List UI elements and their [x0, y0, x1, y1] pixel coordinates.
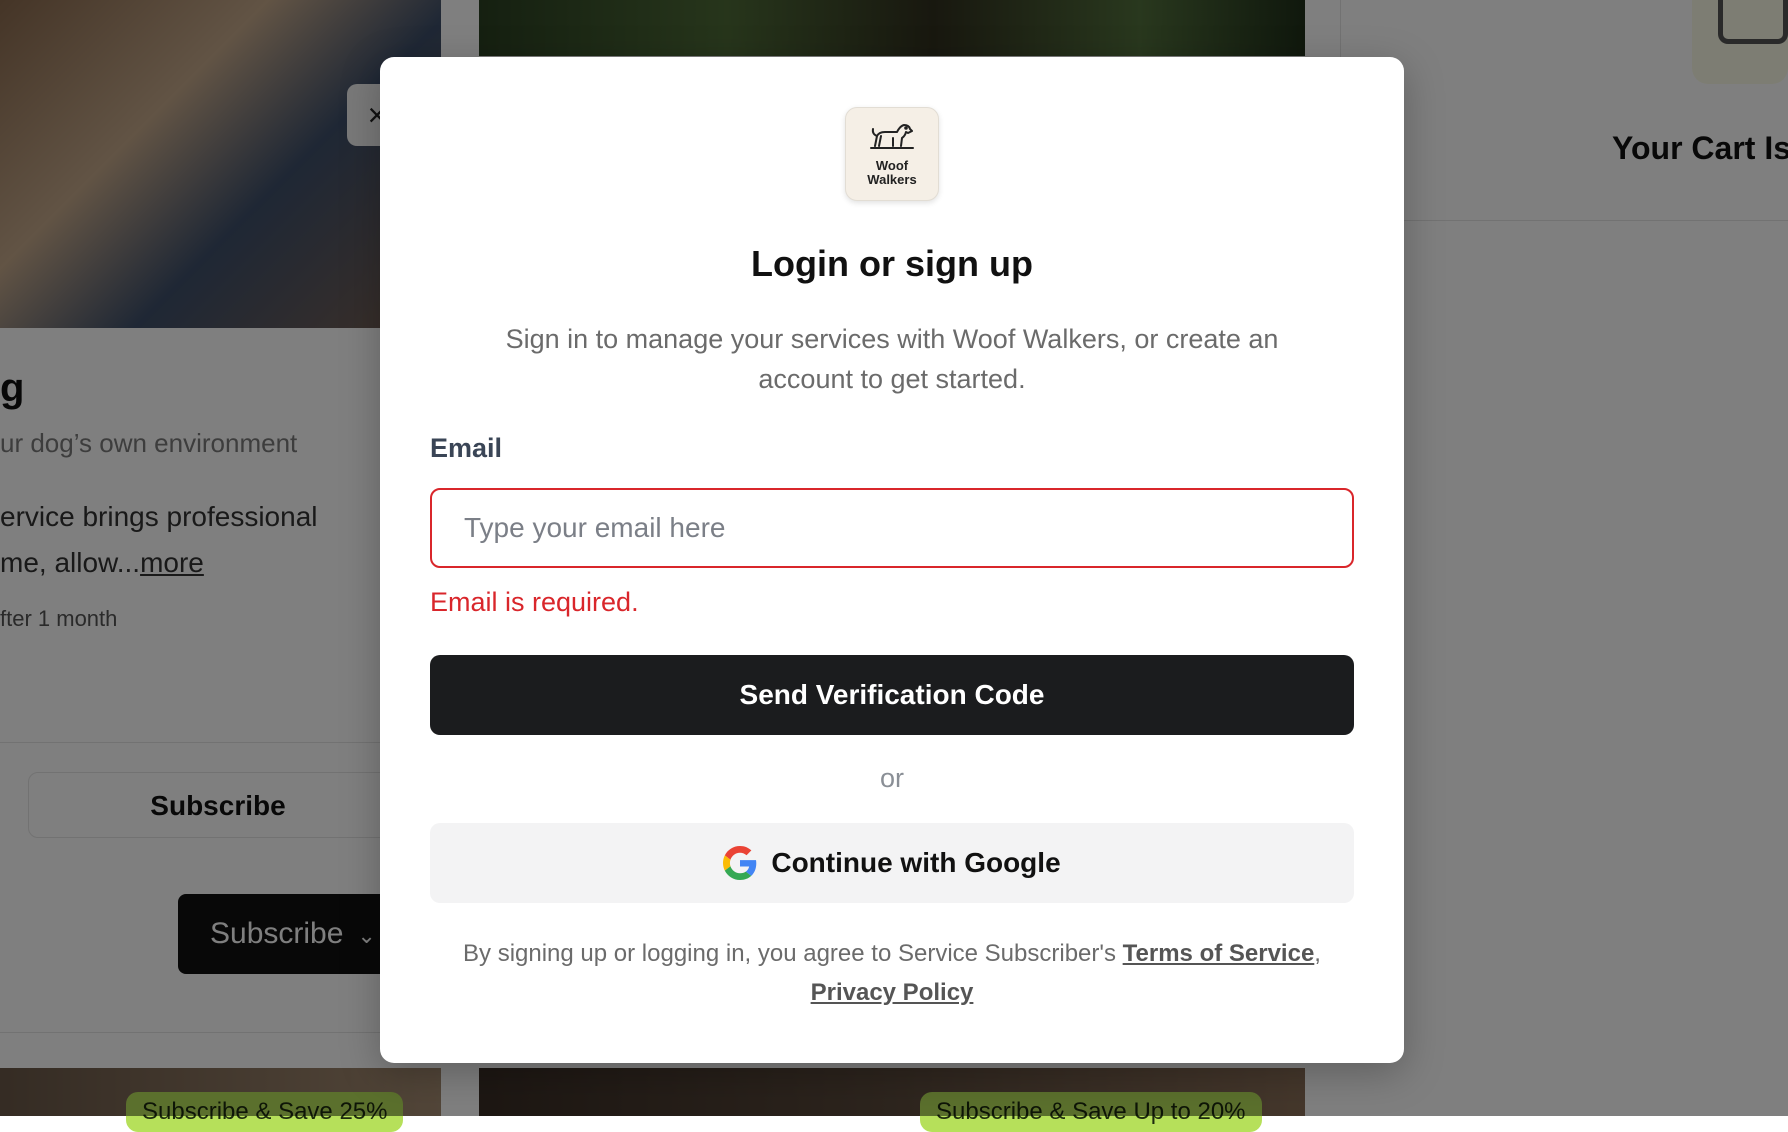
email-label: Email [430, 433, 503, 463]
modal-title: Login or sign up [751, 243, 1033, 284]
google-button-label: Continue with Google [771, 847, 1061, 878]
terms-of-service-link[interactable]: Terms of Service [1123, 940, 1315, 967]
legal-prefix: By signing up or logging in, you agree t… [463, 940, 1123, 967]
send-verification-code-button[interactable]: Send Verification Code [430, 655, 1354, 735]
login-modal: Woof Walkers Login or sign up Sign in to… [380, 57, 1404, 1063]
legal-separator: , [1314, 940, 1321, 967]
privacy-policy-link[interactable]: Privacy Policy [811, 979, 974, 1006]
continue-with-google-button[interactable]: Continue with Google [430, 823, 1354, 903]
or-separator: or [879, 763, 904, 793]
logo-text-line2: Walkers [867, 172, 917, 187]
google-icon [723, 846, 757, 880]
logo-text-line1: Woof [875, 158, 909, 173]
email-error-message: Email is required. [430, 587, 639, 617]
legal-notice: By signing up or logging in, you agree t… [420, 934, 1364, 1012]
woof-walkers-logo: Woof Walkers [845, 107, 939, 201]
modal-description: Sign in to manage your services with Woo… [505, 324, 1279, 394]
email-input[interactable] [430, 488, 1354, 568]
dog-icon [870, 124, 914, 149]
